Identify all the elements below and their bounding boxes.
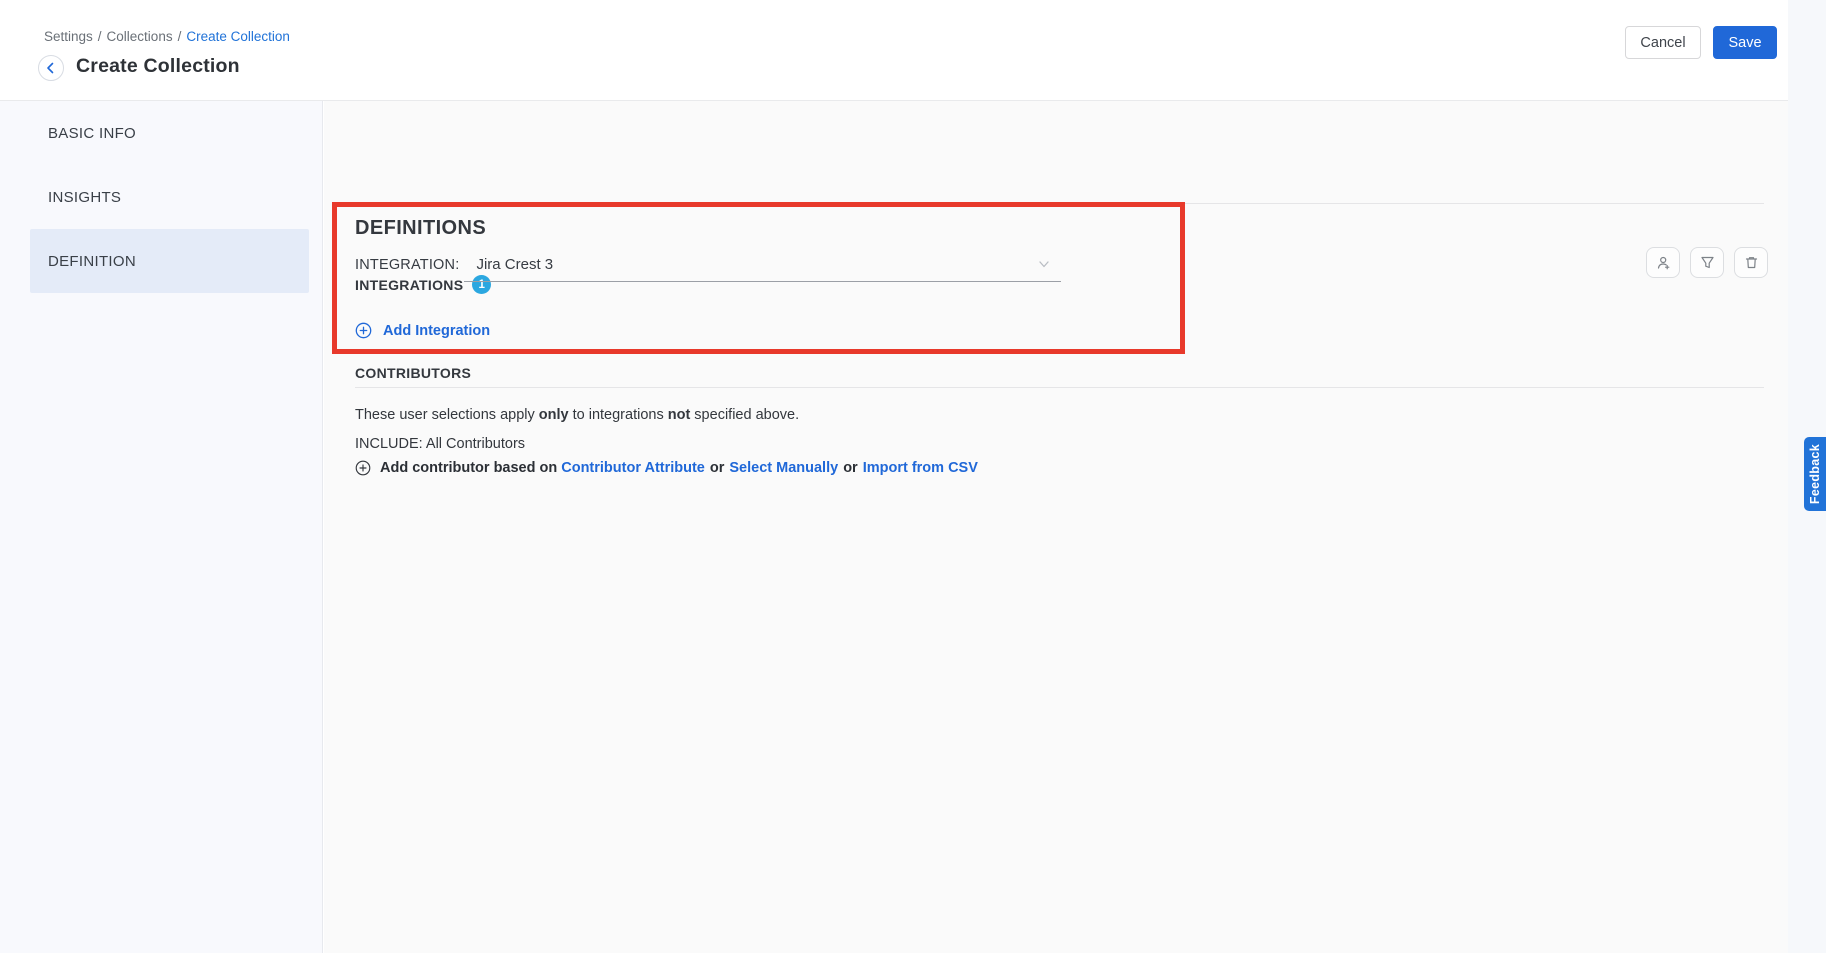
section-title: DEFINITIONS — [355, 217, 486, 240]
filter-funnel-icon — [1700, 255, 1715, 270]
or-text: or — [843, 460, 858, 476]
import-from-csv-link[interactable]: Import from CSV — [863, 460, 978, 476]
integration-row: INTEGRATION: Jira Crest 3 — [355, 248, 1061, 282]
contributors-heading: CONTRIBUTORS — [355, 365, 471, 381]
trash-icon — [1744, 255, 1759, 270]
save-button[interactable]: Save — [1713, 26, 1777, 59]
page-header: Settings / Collections / Create Collection C… — [0, 0, 1788, 101]
integration-actions — [1646, 247, 1768, 278]
or-text: or — [710, 460, 725, 476]
sidebar-item-insights[interactable]: INSIGHTS — [0, 165, 322, 229]
select-manually-link[interactable]: Select Manually — [729, 460, 838, 476]
feedback-tab-label: Feedback — [1808, 444, 1822, 504]
settings-sidebar: BASIC INFO INSIGHTS DEFINITION — [0, 101, 323, 953]
definition-panel: DEFINITIONS INTEGRATIONS 1 INTEGRATION: … — [324, 101, 1788, 953]
plus-circle-icon — [355, 460, 371, 476]
feedback-tab[interactable]: Feedback — [1804, 437, 1826, 511]
add-contributor-text: Add contributor based on Contributor Att… — [380, 460, 978, 476]
add-integration-label: Add Integration — [383, 323, 490, 339]
note-bold-only: only — [539, 407, 569, 423]
delete-button[interactable] — [1734, 247, 1768, 278]
back-button[interactable] — [38, 55, 64, 81]
integration-select[interactable]: Jira Crest 3 — [464, 248, 1061, 282]
integration-label: INTEGRATION: — [355, 257, 459, 273]
breadcrumb-separator: / — [178, 29, 182, 44]
breadcrumb-collections[interactable]: Collections — [107, 29, 173, 44]
note-bold-not: not — [668, 407, 691, 423]
note-text: These user selections apply — [355, 407, 539, 423]
cancel-button[interactable]: Cancel — [1625, 26, 1701, 59]
add-contributor-line: Add contributor based on Contributor Att… — [355, 460, 978, 476]
breadcrumb-current[interactable]: Create Collection — [186, 29, 290, 44]
breadcrumb-settings[interactable]: Settings — [44, 29, 93, 44]
add-contributor-lead: Add contributor based on — [380, 460, 557, 476]
note-text: to integrations — [569, 407, 668, 423]
breadcrumb: Settings / Collections / Create Collection — [44, 29, 290, 44]
back-arrow-icon — [44, 61, 58, 75]
add-contributor-button[interactable] — [1646, 247, 1680, 278]
plus-circle-icon — [355, 322, 372, 339]
person-add-icon — [1655, 255, 1671, 271]
contributors-divider — [355, 387, 1764, 388]
page-title: Create Collection — [76, 55, 240, 78]
include-line: INCLUDE: All Contributors — [355, 436, 525, 452]
integration-select-value: Jira Crest 3 — [476, 256, 553, 273]
sidebar-item-basic-info[interactable]: BASIC INFO — [0, 101, 322, 165]
sidebar-item-definition[interactable]: DEFINITION — [30, 229, 309, 293]
add-integration-link[interactable]: Add Integration — [355, 322, 490, 339]
chevron-down-icon — [1037, 257, 1051, 271]
contributors-note: These user selections apply only to inte… — [355, 407, 799, 423]
breadcrumb-separator: / — [98, 29, 102, 44]
note-text: specified above. — [690, 407, 799, 423]
create-collection-page: Settings / Collections / Create Collection C… — [0, 0, 1826, 953]
integrations-divider — [355, 203, 1764, 204]
contributor-attribute-link[interactable]: Contributor Attribute — [561, 460, 705, 476]
filter-button[interactable] — [1690, 247, 1724, 278]
